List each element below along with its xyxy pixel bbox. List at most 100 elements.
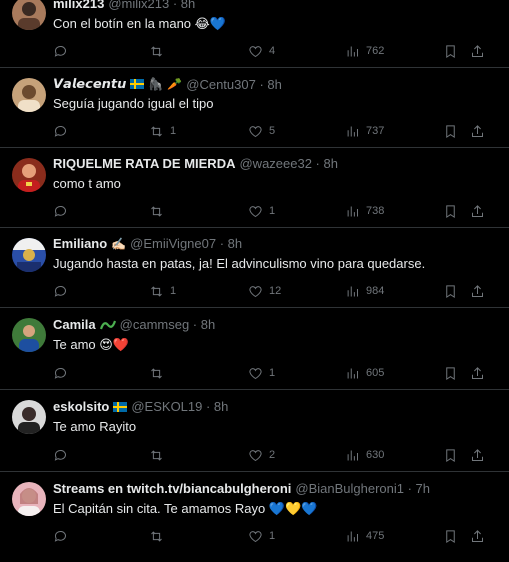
avatar[interactable] [12, 0, 46, 30]
avatar[interactable] [12, 238, 46, 272]
tweet[interactable]: Camila @cammseg · 8h Te amo 😍❤️ 1 605 [0, 308, 509, 390]
retweet-button[interactable] [149, 527, 170, 545]
share-button[interactable] [470, 282, 485, 300]
heart-icon [249, 367, 262, 379]
bookmark-button[interactable] [443, 42, 458, 60]
share-button[interactable] [470, 364, 485, 382]
like-button[interactable]: 4 [248, 42, 275, 60]
avatar[interactable] [12, 78, 46, 112]
tweet-text: Te amo 😍❤️ [53, 337, 129, 352]
like-button[interactable]: 1 [248, 527, 275, 545]
display-name[interactable]: Camila [53, 317, 96, 332]
handle-time[interactable]: @cammseg · 8h [120, 317, 216, 332]
retweet-button[interactable]: 1 [149, 282, 176, 300]
share-button[interactable] [470, 527, 485, 545]
gorilla-icon: 🦍 [148, 77, 164, 91]
reply-button[interactable] [53, 42, 74, 60]
tweet[interactable]: Emiliano ✍🏻 @EmiiVigne07 · 8h Jugando ha… [0, 228, 509, 308]
share-button[interactable] [470, 122, 485, 140]
tweet-actions: 2 630 [53, 446, 493, 464]
share-icon [472, 529, 483, 542]
display-name[interactable]: Emiliano [53, 236, 107, 251]
reply-icon [54, 45, 66, 57]
green-loop-icon [99, 320, 116, 329]
bookmark-button[interactable] [443, 527, 458, 545]
tweet[interactable]: milix213 @milix213 · 8h Con el botín en … [0, 0, 509, 68]
avatar[interactable] [12, 158, 46, 192]
bookmark-icon [446, 44, 455, 58]
avatar[interactable] [12, 318, 46, 352]
handle-time[interactable]: @Centu307 · 8h [186, 77, 282, 92]
views-button[interactable]: 630 [345, 446, 384, 464]
views-button[interactable]: 738 [345, 202, 384, 220]
share-button[interactable] [470, 202, 485, 220]
retweet-button[interactable] [149, 364, 170, 382]
handle-time[interactable]: @BianBulgheroni1 · 7h [295, 481, 430, 496]
reply-button[interactable] [53, 446, 74, 464]
display-name[interactable]: milix213 [53, 0, 104, 11]
tweet[interactable]: eskolsito @ESKOL19 · 8h Te amo Rayito 2 … [0, 390, 509, 472]
tweet[interactable]: Streams en twitch.tv/biancabulgheroni @B… [0, 472, 509, 562]
heart-icon [249, 449, 262, 461]
tweet-text: Jugando hasta en patas, ja! El advinculi… [53, 256, 426, 271]
share-button[interactable] [470, 446, 485, 464]
views-button[interactable]: 605 [345, 364, 384, 382]
handle-time[interactable]: @ESKOL19 · 8h [131, 399, 228, 414]
bookmark-button[interactable] [443, 202, 458, 220]
bookmark-button[interactable] [443, 446, 458, 464]
share-icon [472, 204, 483, 217]
retweet-icon [151, 530, 162, 542]
bookmark-button[interactable] [443, 282, 458, 300]
like-button[interactable]: 12 [248, 282, 281, 300]
views-chart-icon [347, 126, 358, 136]
share-button[interactable] [470, 42, 485, 60]
tweet-text: como t amo [53, 176, 121, 191]
retweet-button[interactable] [149, 446, 170, 464]
heart-icon [249, 205, 262, 217]
retweet-button[interactable] [149, 42, 170, 60]
tweet[interactable]: RIQUELME RATA DE MIERDA @wazeee32 · 8h c… [0, 148, 509, 228]
reply-button[interactable] [53, 202, 74, 220]
views-chart-icon [347, 46, 358, 56]
tweet-text: El Capitán sin cita. Te amamos Rayo 💙💛💙 [53, 501, 318, 516]
views-chart-icon [347, 206, 358, 216]
handle-time[interactable]: @milix213 · 8h [108, 0, 195, 11]
display-name[interactable]: 𝙑𝙖𝙡𝙚𝙘𝙚𝙣𝙩𝙪 [53, 76, 126, 92]
views-button[interactable]: 475 [345, 527, 384, 545]
bookmark-button[interactable] [443, 364, 458, 382]
avatar[interactable] [12, 482, 46, 516]
reply-button[interactable] [53, 122, 74, 140]
reply-button[interactable] [53, 527, 74, 545]
display-name[interactable]: Streams en twitch.tv/biancabulgheroni [53, 481, 291, 496]
reply-icon [54, 205, 66, 217]
views-button[interactable]: 984 [345, 282, 384, 300]
reply-icon [54, 449, 66, 461]
retweet-button[interactable]: 1 [149, 122, 176, 140]
like-button[interactable]: 2 [248, 446, 275, 464]
like-button[interactable]: 1 [248, 202, 275, 220]
tweet-actions: 4 762 [53, 42, 493, 60]
tweet-text: Te amo Rayito [53, 419, 137, 434]
handle-time[interactable]: @wazeee32 · 8h [239, 156, 337, 171]
handle-time[interactable]: @EmiiVigne07 · 8h [130, 236, 242, 251]
like-button[interactable]: 1 [248, 364, 275, 382]
bookmark-button[interactable] [443, 122, 458, 140]
sweden-flag-icon [130, 79, 145, 89]
views-button[interactable]: 762 [345, 42, 384, 60]
display-name[interactable]: eskolsito [53, 399, 109, 414]
tweet-actions: 1 605 [53, 364, 493, 382]
retweet-icon [151, 285, 162, 297]
avatar[interactable] [12, 400, 46, 434]
retweet-icon [151, 367, 162, 379]
reply-icon [54, 367, 66, 379]
views-button[interactable]: 737 [345, 122, 384, 140]
reply-button[interactable] [53, 282, 74, 300]
display-name[interactable]: RIQUELME RATA DE MIERDA [53, 156, 235, 171]
retweet-icon [151, 449, 162, 461]
retweet-icon [151, 45, 162, 57]
tweet[interactable]: 𝙑𝙖𝙡𝙚𝙘𝙚𝙣𝙩𝙪 🦍 🥕 @Centu307 · 8h Seguía juga… [0, 68, 509, 148]
heart-icon [249, 530, 262, 542]
like-button[interactable]: 5 [248, 122, 275, 140]
reply-button[interactable] [53, 364, 74, 382]
retweet-button[interactable] [149, 202, 170, 220]
